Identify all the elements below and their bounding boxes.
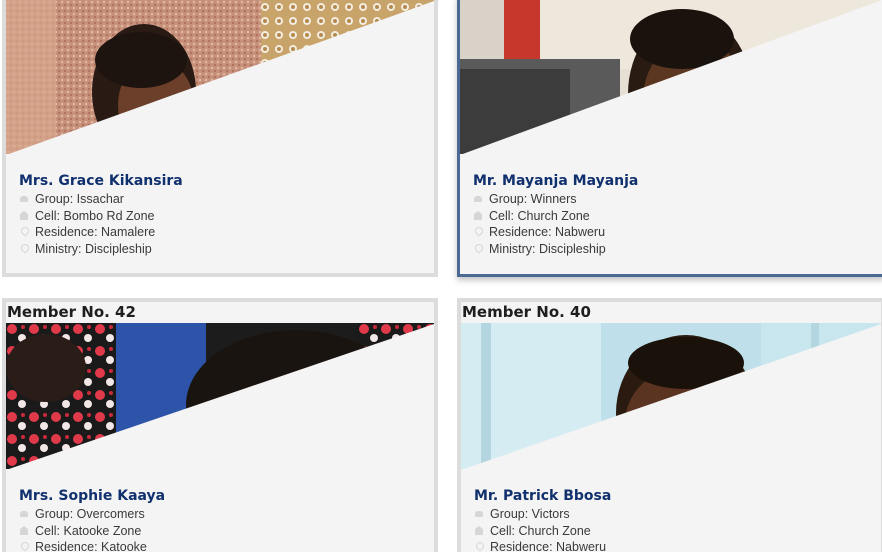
member-name[interactable]: Mrs. Sophie Kaaya bbox=[19, 487, 422, 505]
member-number: Member No. 40 bbox=[461, 302, 881, 323]
map-pin-icon bbox=[19, 227, 29, 237]
member-group: Group: Overcomers bbox=[19, 506, 422, 523]
home-icon bbox=[19, 210, 29, 221]
member-residence: Residence: Namalere bbox=[19, 224, 422, 241]
group-icon bbox=[473, 194, 483, 204]
home-icon bbox=[19, 525, 29, 536]
member-ministry: Ministry: Discipleship bbox=[19, 241, 422, 258]
group-icon bbox=[19, 509, 29, 519]
member-residence: Residence: Katooke bbox=[19, 539, 422, 552]
photo-slant-decoration bbox=[8, 324, 434, 469]
home-icon bbox=[473, 210, 483, 221]
member-photo[interactable] bbox=[6, 0, 434, 154]
member-cell: Cell: Church Zone bbox=[474, 523, 869, 540]
member-name[interactable]: Mr. Mayanja Mayanja bbox=[473, 172, 870, 190]
ministry-icon bbox=[19, 244, 29, 254]
home-icon bbox=[474, 525, 484, 536]
member-cell: Cell: Church Zone bbox=[473, 208, 870, 225]
member-photo[interactable] bbox=[461, 323, 881, 469]
member-details: Mrs. Sophie Kaaya Group: Overcomers Cell… bbox=[6, 469, 434, 552]
member-cell: Cell: Bombo Rd Zone bbox=[19, 208, 422, 225]
photo-slant-decoration bbox=[462, 0, 882, 154]
member-cell: Cell: Katooke Zone bbox=[19, 523, 422, 540]
map-pin-icon bbox=[474, 542, 484, 552]
member-residence: Residence: Nabweru bbox=[474, 539, 869, 552]
group-icon bbox=[19, 194, 29, 204]
member-card[interactable]: Member No. 40 Mr. Patrick Bbosa Group: V… bbox=[457, 298, 882, 552]
photo-slant-decoration bbox=[463, 324, 881, 469]
member-card[interactable]: Mrs. Grace Kikansira Group: Issachar Cel… bbox=[2, 0, 438, 277]
member-ministry: Ministry: Discipleship bbox=[473, 241, 870, 258]
member-details: Mr. Mayanja Mayanja Group: Winners Cell:… bbox=[460, 154, 882, 271]
member-card[interactable]: Mr. Mayanja Mayanja Group: Winners Cell:… bbox=[457, 0, 882, 277]
member-group: Group: Issachar bbox=[19, 191, 422, 208]
member-photo[interactable] bbox=[6, 323, 434, 469]
member-details: Mr. Patrick Bbosa Group: Victors Cell: C… bbox=[461, 469, 881, 552]
member-residence: Residence: Nabweru bbox=[473, 224, 870, 241]
member-name[interactable]: Mrs. Grace Kikansira bbox=[19, 172, 422, 190]
member-name[interactable]: Mr. Patrick Bbosa bbox=[474, 487, 869, 505]
map-pin-icon bbox=[19, 542, 29, 552]
member-group: Group: Victors bbox=[474, 506, 869, 523]
map-pin-icon bbox=[473, 227, 483, 237]
member-number: Member No. 42 bbox=[6, 302, 434, 323]
photo-slant-decoration bbox=[8, 1, 434, 154]
member-group: Group: Winners bbox=[473, 191, 870, 208]
member-photo[interactable] bbox=[460, 0, 882, 154]
member-card[interactable]: Member No. 42 Mrs. Sophie Kaaya Group: O… bbox=[2, 298, 438, 552]
ministry-icon bbox=[473, 244, 483, 254]
member-details: Mrs. Grace Kikansira Group: Issachar Cel… bbox=[6, 154, 434, 271]
group-icon bbox=[474, 509, 484, 519]
